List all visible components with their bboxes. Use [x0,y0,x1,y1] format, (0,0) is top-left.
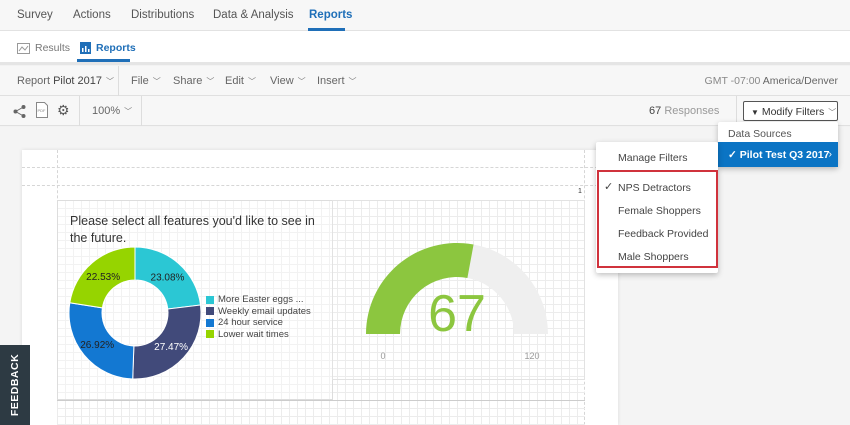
check-icon: ✓ [728,149,737,161]
modify-filters-label: Modify Filters [761,106,825,118]
chevron-down-icon: ﹀ [247,77,256,86]
active-subtab-indicator [77,59,130,62]
tab-data-analysis[interactable]: Data & Analysis [213,9,294,21]
legend-label: Weekly email updates [218,305,311,317]
pdf-icon[interactable]: PDF [36,102,48,118]
zoom-value: 100% [92,105,121,117]
subtab-results[interactable]: Results [17,42,70,54]
report-name: Pilot 2017 [53,75,103,87]
filters-menu: Manage Filters ✓ NPS Detractors Female S… [596,142,718,273]
filter-male-shoppers[interactable]: Male Shoppers [618,251,689,263]
donut-chart: 23.08% 27.47% 26.92% 22.53% [68,246,202,380]
tab-survey[interactable]: Survey [17,9,53,21]
menu-insert[interactable]: Insert ﹀ [317,75,357,87]
chevron-down-icon: ﹀ [828,108,837,117]
timezone: GMT -07:00 America/Denver [705,75,838,87]
legend-label: 24 hour service [218,317,283,328]
menu-share-label: Share [173,75,203,87]
data-sources-menu: Data Sources ✓ Pilot Test Q3 2017 › [718,122,838,167]
subtab-results-label: Results [35,42,71,54]
menu-view-label: View [270,75,294,87]
filter-icon: ▼ [751,108,759,117]
check-icon: ✓ [604,181,614,193]
legend-item: Lower wait times [206,329,311,341]
filter-feedback-provided[interactable]: Feedback Provided [618,228,708,240]
legend-swatch [206,295,214,304]
chevron-down-icon: ﹀ [124,107,133,116]
legend-swatch [206,307,214,316]
timezone-name: America/Denver [762,75,838,87]
gauge-min-label: 0 [380,351,385,361]
chevron-down-icon: ﹀ [152,77,161,86]
chevron-right-icon: › [828,148,833,160]
chevron-down-icon: ﹀ [348,77,357,86]
manage-filters[interactable]: Manage Filters [618,152,687,164]
legend-label: More Easter eggs ... [218,294,304,305]
feedback-label: FEEDBACK [9,353,21,417]
legend-item: 24 hour service [206,317,311,329]
donut-data-label: 26.92% [80,340,114,351]
menu-insert-label: Insert [317,75,345,87]
donut-data-label: 23.08% [151,272,185,283]
legend-item: More Easter eggs ... [206,294,311,306]
tab-reports[interactable]: Reports [309,9,352,21]
data-source-label: Pilot Test Q3 2017 [739,149,830,161]
responses-number: 67 [649,105,662,117]
menu-file-label: File [131,75,149,87]
reports-icon [80,42,91,54]
responses-label: Responses [664,105,720,117]
menu-share[interactable]: Share ﹀ [173,75,214,87]
legend-swatch [206,330,214,339]
subtab-reports-label: Reports [96,42,136,54]
divider [141,96,142,126]
filter-nps-detractors[interactable]: NPS Detractors [618,182,691,194]
menu-edit-label: Edit [225,75,244,87]
gauge-max-label: 120 [524,351,539,361]
legend-swatch [206,318,214,327]
feedback-tab[interactable]: FEEDBACK [0,345,30,425]
page-number: 1 [578,188,582,195]
sub-nav: Results Reports [0,31,850,65]
donut-data-label: 27.47% [154,342,188,353]
divider [79,96,80,126]
gauge-value: 67 [428,285,486,343]
chevron-down-icon: ﹀ [106,77,115,86]
legend-label: Lower wait times [218,328,289,340]
menu-file[interactable]: File ﹀ [131,75,161,87]
gear-icon[interactable]: ⚙ [57,102,70,119]
zoom-select[interactable]: 100% ﹀ [92,105,132,117]
tab-actions[interactable]: Actions [73,9,111,21]
subtab-reports[interactable]: Reports [80,42,136,54]
results-icon [17,42,30,54]
report-toolbar: Report Pilot 2017 ﹀ File ﹀ Share ﹀ Edit ﹀ Vi… [0,66,850,96]
tab-distributions[interactable]: Distributions [131,9,194,21]
gauge-chart: 67 0 120 [366,243,548,361]
modify-filters-button[interactable]: ▼ Modify Filters ﹀ [743,101,838,121]
data-sources-header: Data Sources [728,128,792,140]
data-source-pilot-test[interactable]: ✓ Pilot Test Q3 2017 › [718,142,838,167]
share-icon[interactable] [13,105,26,118]
report-selector[interactable]: Report Pilot 2017 ﹀ [17,75,114,87]
chevron-down-icon: ﹀ [297,77,306,86]
report-prefix: Report [17,75,51,87]
svg-text:PDF: PDF [38,108,47,113]
donut-legend: More Easter eggs ... Weekly email updates… [206,294,311,340]
filter-female-shoppers[interactable]: Female Shoppers [618,205,701,217]
menu-view[interactable]: View ﹀ [270,75,306,87]
legend-item: Weekly email updates [206,306,311,318]
top-nav: Survey Actions Distributions Data & Anal… [0,0,850,31]
divider [118,66,119,96]
menu-edit[interactable]: Edit ﹀ [225,75,256,87]
chevron-down-icon: ﹀ [206,77,215,86]
timezone-offset: GMT -07:00 [704,75,761,87]
donut-data-label: 22.53% [86,272,120,283]
responses-count: 67 Responses [649,105,719,117]
